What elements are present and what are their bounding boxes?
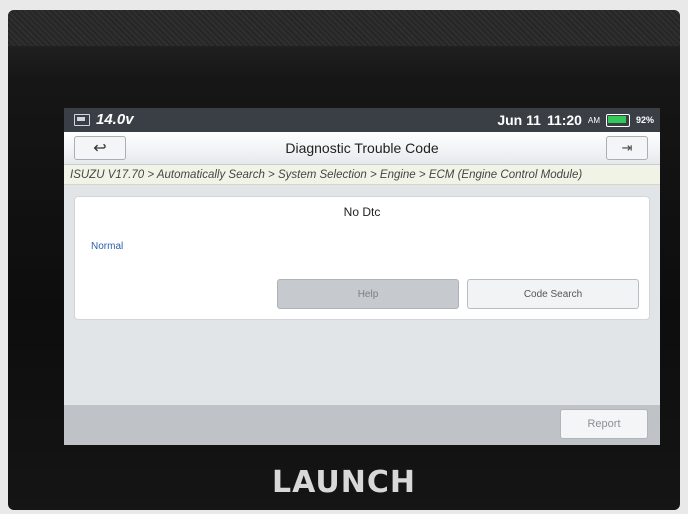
battery-icon: [605, 113, 630, 127]
battery-percent: 92%: [635, 115, 654, 125]
exit-icon: ⇥: [621, 140, 633, 155]
exit-button[interactable]: ⇥: [606, 136, 648, 160]
code-search-button[interactable]: Code Search: [467, 279, 639, 309]
status-ampm: AM: [587, 115, 600, 125]
voltage-readout: 14.0v: [96, 111, 134, 128]
title-bar: ↩ Diagnostic Trouble Code ⇥: [64, 132, 660, 165]
device-top-strip: [8, 10, 680, 46]
screen: 14.0v Jun 11 11:20 AM 92% ↩ Diagnostic T…: [64, 108, 660, 445]
dtc-result-title: No Dtc: [343, 205, 381, 219]
dtc-result-card: No Dtc Normal Help Code Search: [74, 196, 650, 320]
footer-bar: Report: [64, 405, 660, 445]
breadcrumb: ISUZU V17.70 > Automatically Search > Sy…: [64, 165, 660, 185]
status-date: Jun 11: [497, 112, 541, 128]
status-bar: 14.0v Jun 11 11:20 AM 92%: [64, 108, 660, 132]
car-battery-icon: [74, 114, 90, 126]
dtc-status-text: Normal: [91, 241, 124, 252]
help-button[interactable]: Help: [277, 279, 459, 309]
status-right: Jun 11 11:20 AM 92%: [497, 112, 654, 128]
page-title: Diagnostic Trouble Code: [285, 140, 439, 156]
report-button[interactable]: Report: [560, 409, 648, 439]
device-brand-logo: LAUNCH: [271, 465, 416, 500]
status-time: 11:20: [546, 112, 582, 128]
